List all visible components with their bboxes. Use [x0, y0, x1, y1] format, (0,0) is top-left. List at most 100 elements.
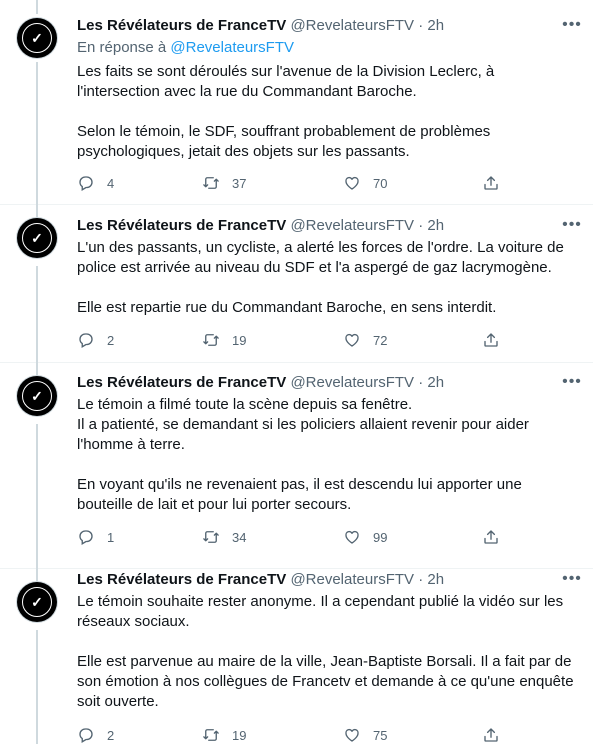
share-icon — [484, 530, 498, 544]
thread-line — [36, 424, 38, 568]
author-handle[interactable]: @RevelateursFTV — [290, 571, 414, 588]
author-name[interactable]: Les Révélateurs de FranceTV — [77, 17, 286, 34]
heart-icon — [345, 333, 359, 347]
retweet-button[interactable]: 37 — [202, 173, 246, 193]
timestamp[interactable]: 2h — [427, 217, 444, 234]
tweet-header: Les Révélateurs de FranceTV @Revelateurs… — [77, 16, 444, 36]
thread-line — [36, 62, 38, 204]
retweet-icon — [203, 531, 219, 543]
separator: · — [414, 571, 428, 588]
thread-line — [36, 266, 38, 362]
separator: · — [414, 217, 428, 234]
retweet-icon — [203, 334, 219, 346]
more-icon[interactable]: ••• — [562, 217, 582, 238]
action-bar: 4 37 70 — [77, 173, 517, 193]
avatar[interactable]: ✓ — [17, 18, 57, 58]
like-count: 75 — [373, 727, 388, 743]
tweet-header: Les Révélateurs de FranceTV @Revelateurs… — [77, 373, 444, 393]
share-button[interactable] — [482, 527, 500, 547]
reply-button[interactable]: 1 — [77, 527, 114, 547]
tweet-text: L'un des passants, un cycliste, a alerté… — [77, 238, 577, 318]
tweet[interactable]: ✓ Les Révélateurs de FranceTV @Revelateu… — [0, 204, 593, 363]
share-button[interactable] — [482, 173, 500, 193]
author-name[interactable]: Les Révélateurs de FranceTV — [77, 571, 286, 588]
tweet-paragraph: Le témoin souhaite rester anonyme. Il a … — [77, 593, 564, 630]
share-button[interactable] — [482, 330, 500, 350]
tweet-text: Le témoin souhaite rester anonyme. Il a … — [77, 592, 577, 712]
thread-line — [36, 362, 38, 376]
reply-button[interactable]: 2 — [77, 330, 114, 350]
like-count: 72 — [373, 332, 388, 348]
author-handle[interactable]: @RevelateursFTV — [290, 374, 414, 391]
tweet-header: Les Révélateurs de FranceTV @Revelateurs… — [77, 216, 444, 236]
tweet-paragraph: En voyant qu'ils ne revenaient pas, il e… — [77, 476, 522, 513]
thread-line — [36, 0, 38, 14]
retweet-button[interactable]: 19 — [202, 330, 246, 350]
more-icon[interactable]: ••• — [562, 571, 582, 592]
tweet[interactable]: ✓ Les Révélateurs de FranceTV @Revelateu… — [0, 0, 593, 205]
tweet-paragraph: L'un des passants, un cycliste, a alerté… — [77, 239, 564, 276]
action-bar: 1 34 99 — [77, 527, 517, 547]
reply-to-handle-link[interactable]: @RevelateursFTV — [170, 39, 294, 56]
retweet-button[interactable]: 19 — [202, 725, 246, 745]
reply-icon — [79, 530, 93, 545]
thread-line — [36, 204, 38, 218]
retweet-count: 34 — [232, 529, 247, 545]
reply-context: En réponse à @RevelateursFTV — [77, 38, 294, 58]
avatar[interactable]: ✓ — [17, 582, 57, 622]
reply-button[interactable]: 4 — [77, 173, 114, 193]
tweet-paragraph: Elle est parvenue au maire de la ville, … — [77, 653, 574, 710]
heart-icon — [345, 176, 359, 190]
share-button[interactable] — [482, 725, 500, 745]
reply-button[interactable]: 2 — [77, 725, 114, 745]
action-bar: 2 19 75 — [77, 725, 517, 745]
checkmark-logo-icon: ✓ — [31, 388, 43, 404]
reply-count: 2 — [107, 332, 115, 348]
reply-icon — [79, 176, 93, 191]
avatar[interactable]: ✓ — [17, 218, 57, 258]
retweet-count: 37 — [232, 175, 247, 191]
retweet-count: 19 — [232, 332, 247, 348]
like-button[interactable]: 72 — [343, 330, 387, 350]
author-handle[interactable]: @RevelateursFTV — [290, 17, 414, 34]
tweet-paragraph: Les faits se sont déroulés sur l'avenue … — [77, 63, 495, 100]
tweet[interactable]: ✓ Les Révélateurs de FranceTV @Revelateu… — [0, 568, 593, 744]
like-button[interactable]: 75 — [343, 725, 387, 745]
retweet-button[interactable]: 34 — [202, 527, 246, 547]
checkmark-logo-icon: ✓ — [31, 30, 43, 46]
timestamp[interactable]: 2h — [427, 17, 444, 34]
retweet-icon — [203, 177, 219, 189]
like-button[interactable]: 99 — [343, 527, 387, 547]
timestamp[interactable]: 2h — [427, 374, 444, 391]
avatar[interactable]: ✓ — [17, 376, 57, 416]
author-name[interactable]: Les Révélateurs de FranceTV — [77, 217, 286, 234]
reply-count: 4 — [107, 175, 115, 191]
author-name[interactable]: Les Révélateurs de FranceTV — [77, 374, 286, 391]
share-icon — [484, 333, 498, 347]
share-icon — [484, 728, 498, 742]
checkmark-logo-icon: ✓ — [31, 230, 43, 246]
tweet[interactable]: ✓ Les Révélateurs de FranceTV @Revelateu… — [0, 362, 593, 569]
share-icon — [484, 176, 498, 190]
like-button[interactable]: 70 — [343, 173, 387, 193]
reply-icon — [79, 333, 93, 348]
timestamp[interactable]: 2h — [427, 571, 444, 588]
tweet-paragraph: Le témoin a filmé toute la scène depuis … — [77, 396, 529, 453]
reply-count: 2 — [107, 727, 115, 743]
tweet-paragraph: Selon le témoin, le SDF, souffrant proba… — [77, 123, 491, 160]
reply-count: 1 — [107, 529, 115, 545]
author-handle[interactable]: @RevelateursFTV — [290, 217, 414, 234]
retweet-icon — [203, 729, 219, 741]
checkmark-logo-icon: ✓ — [31, 594, 43, 610]
separator: · — [414, 17, 428, 34]
reply-icon — [79, 728, 93, 743]
tweet-header: Les Révélateurs de FranceTV @Revelateurs… — [77, 570, 444, 590]
like-count: 70 — [373, 175, 388, 191]
more-icon[interactable]: ••• — [562, 374, 582, 395]
separator: · — [414, 374, 428, 391]
thread-line — [36, 630, 38, 744]
retweet-count: 19 — [232, 727, 247, 743]
heart-icon — [345, 530, 359, 544]
more-icon[interactable]: ••• — [562, 17, 582, 38]
tweet-text: Le témoin a filmé toute la scène depuis … — [77, 395, 577, 515]
